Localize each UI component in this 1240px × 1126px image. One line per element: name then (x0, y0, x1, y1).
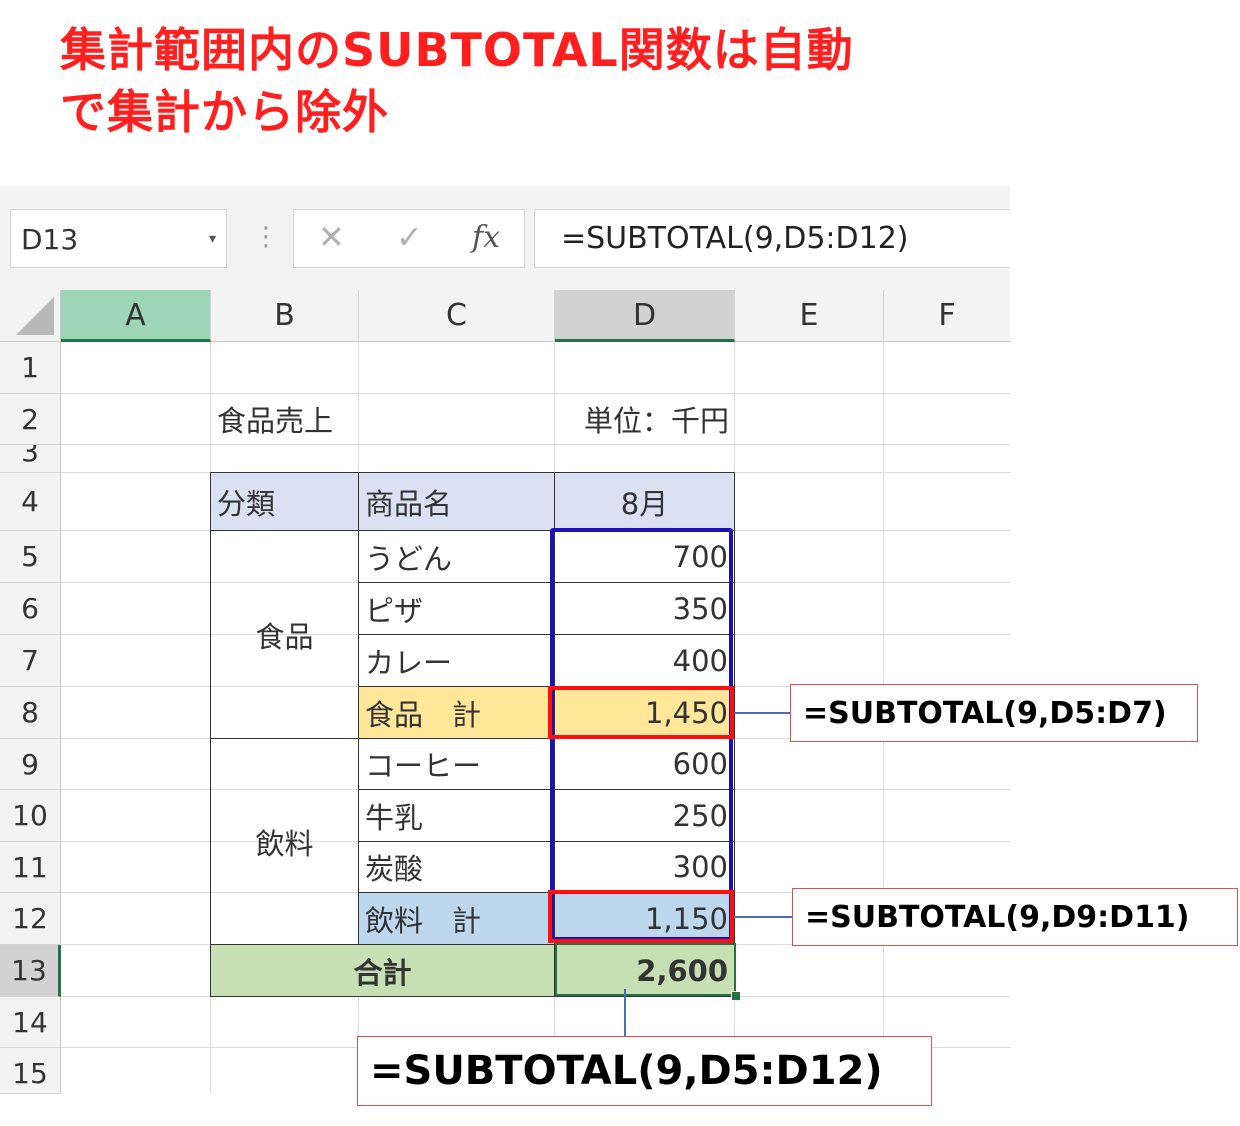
connector-line (624, 989, 626, 1037)
formula-buttons: ✕ ✓ fx (293, 209, 525, 268)
column-header-e[interactable]: E (735, 290, 884, 342)
cell-d2[interactable]: 単位：千円 (555, 394, 735, 444)
cell-c6[interactable]: ピザ (358, 582, 555, 635)
cell-c11[interactable]: 炭酸 (358, 841, 555, 893)
row-header-11[interactable]: 11 (0, 842, 61, 893)
cell-b4-header[interactable]: 分類 (210, 472, 359, 531)
chevron-down-icon[interactable]: ▾ (209, 210, 216, 269)
select-all-button[interactable] (0, 290, 61, 342)
insert-function-icon[interactable]: fx (472, 220, 500, 255)
row-header-8[interactable]: 8 (0, 687, 61, 739)
column-header-d[interactable]: D (555, 290, 735, 342)
cell-c5[interactable]: うどん (358, 530, 555, 583)
name-box-value: D13 (21, 223, 79, 256)
formula-input[interactable]: =SUBTOTAL(9,D5:D12) (534, 209, 1010, 268)
enter-icon[interactable]: ✓ (396, 218, 423, 256)
row-header-10[interactable]: 10 (0, 790, 61, 842)
cell-b9-merged[interactable]: 飲料 (210, 738, 359, 945)
row-header-14[interactable]: 14 (0, 997, 61, 1048)
row-header-1[interactable]: 1 (0, 342, 61, 394)
row-header-9[interactable]: 9 (0, 739, 61, 790)
cancel-icon[interactable]: ✕ (318, 218, 345, 256)
cell-c4-header[interactable]: 商品名 (358, 472, 555, 531)
row-header-2[interactable]: 2 (0, 394, 61, 445)
active-cell-border (555, 943, 736, 996)
row-header-4[interactable]: 4 (0, 473, 61, 531)
page-title-line-2: で集計から除外 (60, 85, 389, 139)
cell-c7[interactable]: カレー (358, 634, 555, 687)
cell-c12[interactable]: 飲料 計 (358, 892, 555, 945)
highlight-d12 (548, 890, 734, 943)
row-header-5[interactable]: 5 (0, 531, 61, 583)
cell-d4-header[interactable]: 8月 (554, 472, 735, 531)
cell-c9[interactable]: コーヒー (358, 738, 555, 790)
fill-handle[interactable] (731, 991, 741, 1001)
callout-food-subtotal: =SUBTOTAL(9,D5:D7) (790, 684, 1198, 742)
row-header-15[interactable]: 15 (0, 1048, 61, 1094)
cell-c8[interactable]: 食品 計 (358, 686, 555, 739)
cell-b13-merged[interactable]: 合計 (210, 944, 555, 997)
name-box[interactable]: D13 ▾ (10, 209, 227, 268)
row-header-13[interactable]: 13 (0, 945, 61, 997)
row-header-12[interactable]: 12 (0, 893, 61, 945)
gridline (61, 393, 1010, 394)
row-header-3[interactable]: 3 (0, 445, 61, 473)
cell-b2[interactable]: 食品売上 (211, 394, 411, 444)
column-header-a[interactable]: A (61, 290, 211, 342)
select-all-triangle-icon (16, 297, 54, 335)
cell-b5-merged[interactable]: 食品 (210, 530, 359, 739)
callout-grand-total: =SUBTOTAL(9,D5:D12) (357, 1036, 932, 1106)
column-header-b[interactable]: B (211, 290, 359, 342)
column-header-c[interactable]: C (359, 290, 555, 342)
column-header-f[interactable]: F (884, 290, 1010, 342)
highlight-d8 (548, 686, 734, 739)
row-header-6[interactable]: 6 (0, 583, 61, 635)
connector-line (734, 916, 793, 918)
page-title-line-1: 集計範囲内のSUBTOTAL関数は自動 (60, 23, 854, 77)
connector-line (734, 712, 791, 714)
gridline (61, 444, 1010, 445)
row-header-7[interactable]: 7 (0, 635, 61, 687)
vertical-dots-icon: ⋮ (253, 222, 279, 252)
cell-c10[interactable]: 牛乳 (358, 789, 555, 842)
callout-drink-subtotal: =SUBTOTAL(9,D9:D11) (792, 888, 1238, 946)
